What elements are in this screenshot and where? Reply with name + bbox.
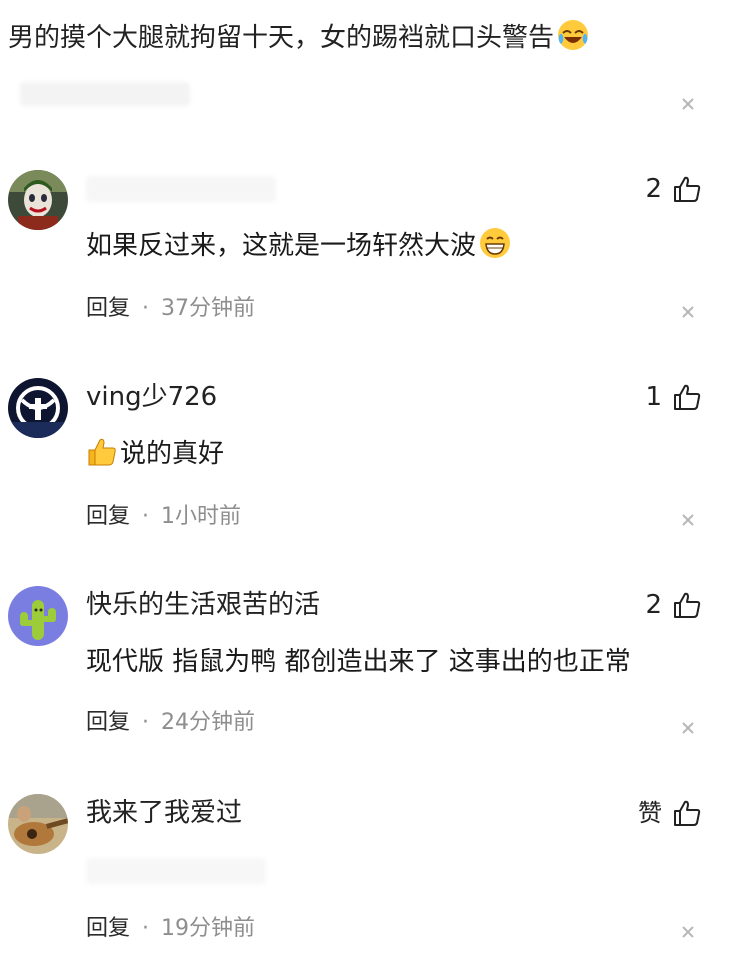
username[interactable]: ving少726: [86, 380, 217, 414]
comment-meta: 回复 · 37分钟前: [86, 294, 255, 324]
blurred-placeholder: [20, 82, 190, 106]
like-group[interactable]: 1: [645, 380, 702, 414]
reply-button[interactable]: 回复: [86, 710, 130, 735]
meta-separator: ·: [142, 710, 150, 735]
like-group[interactable]: 赞: [638, 796, 702, 830]
comment-text: 现代版 指鼠为鸭 都创造出来了 这事出的也正常: [86, 647, 631, 677]
like-group[interactable]: 2: [645, 588, 702, 622]
meta-separator: ·: [142, 296, 150, 321]
comment-thread-page: 男的摸个大腿就拘留十天，女的踢裆就口头警告 2 如果反过来，这就是一场轩然大波 …: [0, 0, 746, 962]
close-icon[interactable]: [678, 922, 698, 942]
comment-meta: 回复 · 19分钟前: [86, 914, 255, 944]
avatar[interactable]: [8, 586, 68, 646]
meta-separator: ·: [142, 916, 150, 941]
grinning-emoji-icon: [478, 226, 512, 260]
reply-button[interactable]: 回复: [86, 296, 130, 321]
avatar[interactable]: [8, 794, 68, 854]
thumbs-up-emoji-icon: [86, 436, 118, 468]
comment-time: 24分钟前: [161, 710, 256, 735]
laughing-crying-emoji-icon: [556, 18, 590, 52]
comment-time: 37分钟前: [161, 296, 256, 321]
avatar[interactable]: [8, 170, 68, 230]
comment-content: 如果反过来，这就是一场轩然大波: [86, 226, 512, 266]
reply-button[interactable]: 回复: [86, 504, 130, 529]
close-icon[interactable]: [678, 94, 698, 114]
meta-separator: ·: [142, 504, 150, 529]
thumbs-up-icon[interactable]: [672, 174, 702, 204]
top-comment-text-row: 男的摸个大腿就拘留十天，女的踢裆就口头警告: [8, 18, 590, 58]
username[interactable]: 快乐的生活艰苦的活: [86, 588, 320, 622]
thumbs-up-icon[interactable]: [672, 798, 702, 828]
comment-meta: 回复 · 24分钟前: [86, 708, 255, 738]
comment-text: 如果反过来，这就是一场轩然大波: [86, 231, 477, 261]
comment-text: 说的真好: [120, 439, 225, 469]
avatar[interactable]: [8, 378, 68, 438]
like-count: 2: [645, 590, 662, 620]
close-icon[interactable]: [678, 302, 698, 322]
username-blurred: [86, 176, 276, 202]
like-group[interactable]: 2: [645, 172, 702, 206]
comment-content: 说的真好: [86, 434, 224, 474]
close-icon[interactable]: [678, 510, 698, 530]
like-label: 赞: [638, 799, 662, 827]
thumbs-up-icon[interactable]: [672, 590, 702, 620]
reply-button[interactable]: 回复: [86, 916, 130, 941]
close-icon[interactable]: [678, 718, 698, 738]
comment-time: 19分钟前: [161, 916, 256, 941]
like-count: 1: [645, 382, 662, 412]
blurred-placeholder: [86, 858, 266, 884]
comment-content: 现代版 指鼠为鸭 都创造出来了 这事出的也正常: [86, 642, 631, 682]
like-count: 2: [645, 174, 662, 204]
comment-time: 1小时前: [161, 504, 242, 529]
username[interactable]: 我来了我爱过: [86, 796, 242, 830]
top-comment-text: 男的摸个大腿就拘留十天，女的踢裆就口头警告: [8, 23, 555, 53]
thumbs-up-icon[interactable]: [672, 382, 702, 412]
comment-meta: 回复 · 1小时前: [86, 502, 241, 532]
